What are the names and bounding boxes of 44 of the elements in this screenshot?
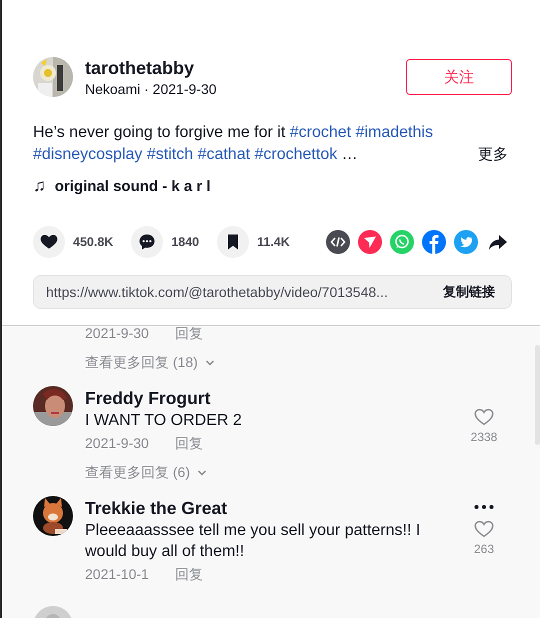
view-more-replies-link[interactable]: 查看更多回复 (6) [85, 464, 208, 482]
hashtag-link[interactable]: #crochettok [254, 146, 338, 163]
reply-link[interactable]: 回复 [174, 323, 203, 343]
comment-date: 2021-9-30 [85, 434, 149, 453]
stat-count: 1840 [171, 235, 200, 249]
more-link[interactable]: 更多 [478, 144, 512, 166]
heart-outline-icon[interactable] [473, 518, 495, 540]
sound-link[interactable]: original sound - k a r l [54, 178, 211, 194]
follow-button[interactable]: 关注 [406, 59, 512, 95]
comment-date: 2021-10-1 [85, 565, 149, 584]
twitter-icon[interactable] [454, 230, 478, 254]
bookmark-button[interactable] [217, 226, 250, 258]
video-url: https://www.tiktok.com/@tarothetabby/video/7013548... [46, 284, 388, 300]
more-options-icon[interactable] [474, 504, 494, 510]
hashtag-link[interactable]: #crochet [290, 124, 352, 141]
hashtag-link[interactable]: #imadethis [356, 124, 433, 141]
comment-text: Pleeeaaasssee tell me you sell your patterns!! I would buy all of them!! [85, 521, 422, 562]
stat-count: 11.4K [257, 235, 290, 249]
commenter-name[interactable]: Trekkie the Great [85, 496, 464, 520]
chat-bubble-icon [137, 232, 158, 252]
paper-plane-icon[interactable] [358, 230, 382, 254]
username[interactable]: tarothetabby [85, 57, 406, 79]
music-note-icon: ♫ [33, 176, 46, 196]
caption-text: … [342, 146, 358, 163]
post-meta: Nekoami · 2021-9-30 [85, 80, 218, 99]
reply-link[interactable]: 回复 [174, 564, 203, 584]
hashtag-link[interactable]: #disneycosplay [33, 146, 142, 163]
hashtag-link[interactable]: #cathat [198, 146, 250, 163]
comment-text: I WANT TO ORDER 2 [85, 411, 243, 431]
heart-button[interactable] [33, 226, 65, 258]
comment-date: 2021-9-30 [85, 324, 149, 343]
chat-bubble-button[interactable] [131, 226, 164, 258]
view-more-replies-link[interactable]: 查看更多回复 (18) [85, 354, 216, 372]
hashtag-link[interactable]: #stitch [146, 146, 194, 163]
facebook-icon[interactable] [422, 230, 446, 254]
heart-outline-icon[interactable] [473, 406, 495, 428]
copy-link-button[interactable]: 复制链接 [443, 283, 495, 301]
stat-count: 450.8K [73, 235, 114, 249]
like-count: 263 [474, 542, 494, 556]
like-count: 2338 [470, 430, 498, 444]
reply-link[interactable]: 回复 [174, 433, 203, 453]
caption-text: He’s never going to forgive me for it [33, 124, 286, 141]
code-icon[interactable] [326, 230, 350, 254]
commenter-name[interactable]: Freddy Frogurt [85, 386, 464, 410]
